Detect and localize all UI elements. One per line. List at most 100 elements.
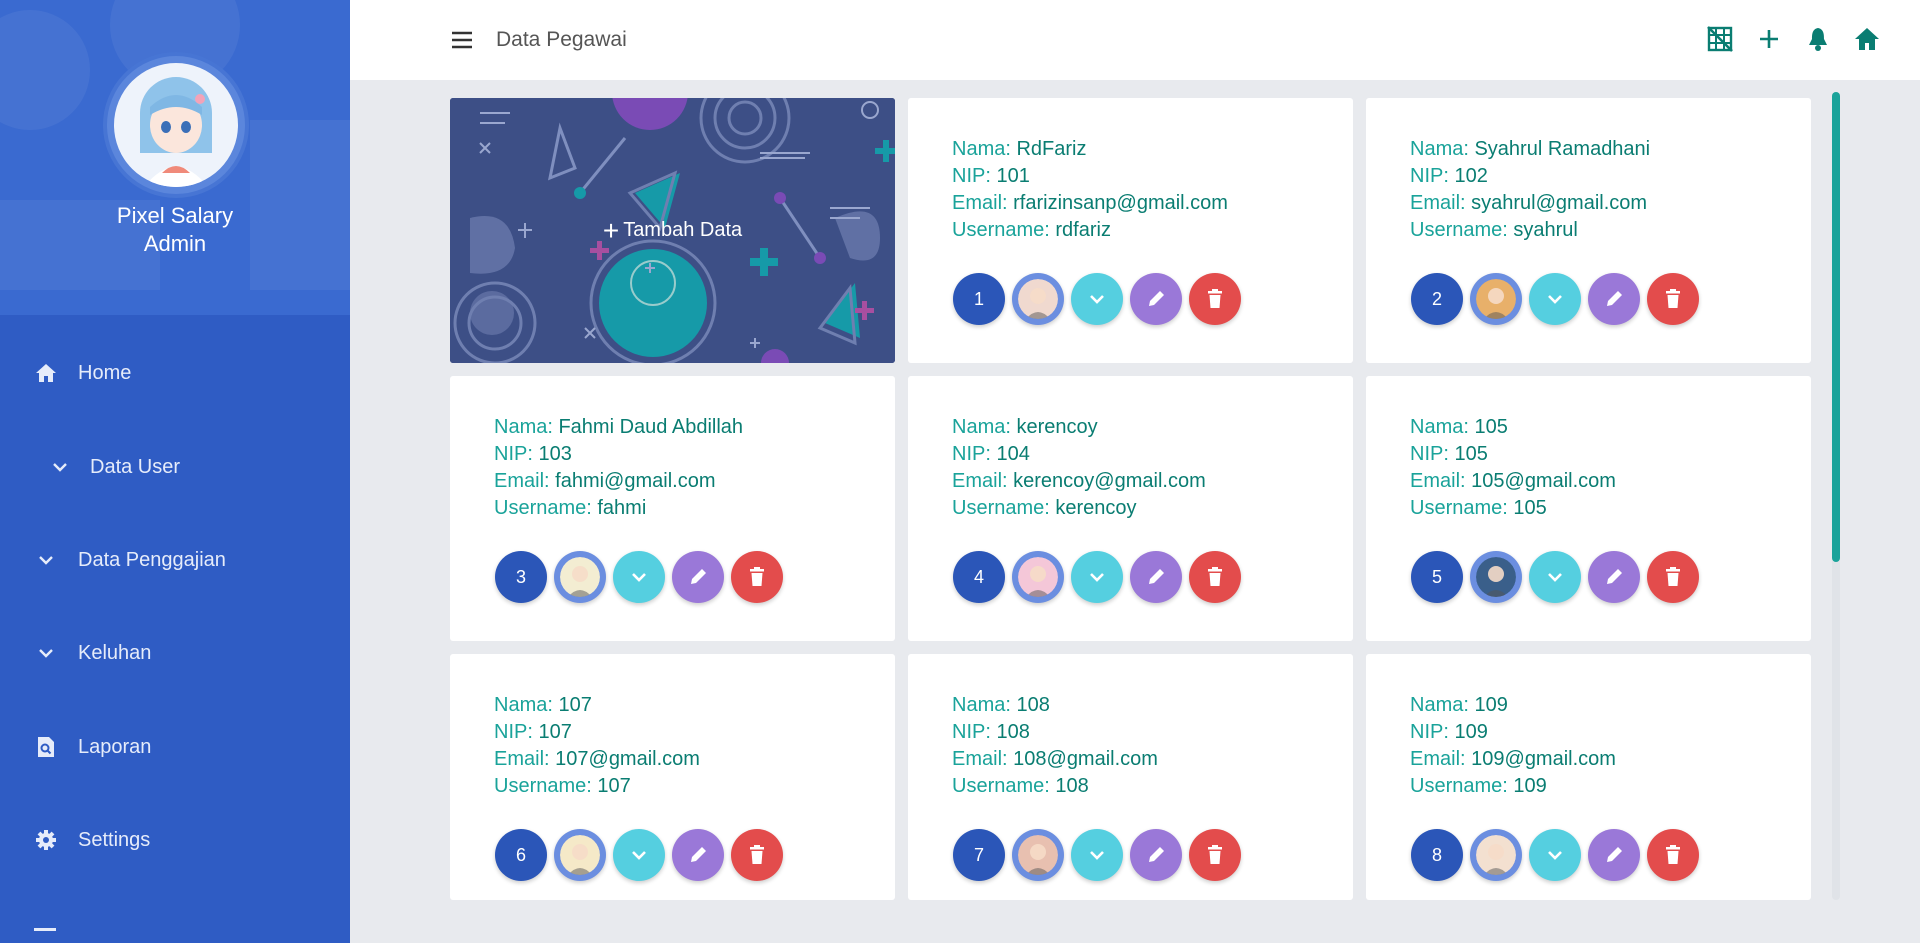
nip-label: NIP: <box>494 443 533 465</box>
edit-button[interactable] <box>1588 273 1640 325</box>
name-row: Nama: 108 <box>952 692 1158 719</box>
delete-button[interactable] <box>1647 551 1699 603</box>
sidebar-item-data-user[interactable]: Data User <box>0 442 350 492</box>
employee-avatar[interactable] <box>554 551 606 603</box>
employee-email: kerencoy@gmail.com <box>1013 470 1206 492</box>
employee-username: fahmi <box>597 497 647 519</box>
sidebar-item-home[interactable]: Home <box>0 348 350 398</box>
pencil-icon <box>1149 291 1164 306</box>
name-row: Nama: kerencoy <box>952 414 1206 441</box>
expand-button[interactable] <box>1529 551 1581 603</box>
expand-button[interactable] <box>1071 829 1123 881</box>
menu-icon[interactable] <box>450 28 474 52</box>
delete-button[interactable] <box>731 829 783 881</box>
chevron-down-icon <box>632 573 646 582</box>
sidebar-item-laporan[interactable]: Laporan <box>0 722 350 772</box>
employee-avatar[interactable] <box>1470 829 1522 881</box>
nip-row: NIP: 108 <box>952 719 1158 746</box>
name-row: Nama: Syahrul Ramadhani <box>1410 136 1650 163</box>
employee-name: Fahmi Daud Abdillah <box>558 416 744 438</box>
email-label: Email: <box>494 470 550 492</box>
employee-email: 109@gmail.com <box>1471 748 1616 770</box>
employee-number-badge: 6 <box>495 829 547 881</box>
name-label: Nama: <box>494 694 553 716</box>
expand-button[interactable] <box>613 551 665 603</box>
trash-icon <box>1666 845 1680 864</box>
plus-icon[interactable] <box>1755 24 1782 54</box>
email-row: Email: rfarizinsanp@gmail.com <box>952 190 1228 217</box>
employee-card: Nama: RdFariz NIP: 101 Email: rfarizinsa… <box>908 98 1353 363</box>
nip-label: NIP: <box>1410 443 1449 465</box>
edit-button[interactable] <box>1130 829 1182 881</box>
delete-button[interactable] <box>1189 829 1241 881</box>
home-icon <box>34 361 58 385</box>
admin-avatar[interactable] <box>103 52 249 198</box>
pencil-icon <box>1149 847 1164 862</box>
chevron-down-icon <box>1548 573 1562 582</box>
employee-email: fahmi@gmail.com <box>555 470 716 492</box>
edit-button[interactable] <box>672 829 724 881</box>
email-row: Email: 108@gmail.com <box>952 746 1158 773</box>
employee-avatar[interactable] <box>1012 273 1064 325</box>
chevron-down-icon <box>1090 851 1104 860</box>
add-data-label[interactable]: + Tambah Data <box>450 98 895 363</box>
delete-button[interactable] <box>1647 829 1699 881</box>
avatar-image <box>560 557 600 597</box>
bell-icon[interactable] <box>1804 24 1831 54</box>
employee-name: 109 <box>1474 694 1508 716</box>
nip-row: NIP: 105 <box>1410 441 1616 468</box>
nip-label: NIP: <box>494 721 533 743</box>
expand-button[interactable] <box>613 829 665 881</box>
employee-card: Nama: Syahrul Ramadhani NIP: 102 Email: … <box>1366 98 1811 363</box>
sidebar-item-data-penggajian[interactable]: Data Penggajian <box>0 535 350 585</box>
employee-info: Nama: kerencoy NIP: 104 Email: kerencoy@… <box>952 414 1206 522</box>
expand-button[interactable] <box>1529 273 1581 325</box>
sidebar-header: Pixel Salary Admin <box>0 0 350 315</box>
add-data-card[interactable]: + Tambah Data <box>450 98 895 363</box>
edit-button[interactable] <box>1588 829 1640 881</box>
expand-button[interactable] <box>1529 829 1581 881</box>
sidebar-item-label: Data User <box>90 455 181 478</box>
chevron-down-icon <box>34 641 58 665</box>
name-row: Nama: RdFariz <box>952 136 1228 163</box>
nip-row: NIP: 103 <box>494 441 743 468</box>
gear-icon <box>34 828 58 852</box>
edit-button[interactable] <box>1588 551 1640 603</box>
pencil-icon <box>691 569 706 584</box>
nip-row: NIP: 107 <box>494 719 700 746</box>
card-actions: 3 <box>495 551 783 603</box>
delete-button[interactable] <box>1189 273 1241 325</box>
sidebar-item-keluhan[interactable]: Keluhan <box>0 628 350 678</box>
employee-avatar[interactable] <box>1470 273 1522 325</box>
employee-card: Nama: kerencoy NIP: 104 Email: kerencoy@… <box>908 376 1353 641</box>
username-label: Username: <box>952 219 1050 241</box>
sidebar: Pixel Salary Admin Home Data User Data P… <box>0 0 350 943</box>
scroll-thumb[interactable] <box>1832 92 1840 562</box>
home-icon[interactable] <box>1853 24 1880 54</box>
email-label: Email: <box>1410 470 1466 492</box>
expand-button[interactable] <box>1071 551 1123 603</box>
edit-button[interactable] <box>1130 273 1182 325</box>
pencil-icon <box>1607 291 1622 306</box>
employee-avatar[interactable] <box>1012 829 1064 881</box>
employee-avatar[interactable] <box>1012 551 1064 603</box>
chevron-down-icon <box>1548 295 1562 304</box>
grid-off-icon[interactable] <box>1706 24 1733 54</box>
scrollbar[interactable] <box>1832 92 1840 900</box>
sidebar-item-label: Data Penggajian <box>78 548 226 571</box>
delete-button[interactable] <box>731 551 783 603</box>
delete-button[interactable] <box>1647 273 1699 325</box>
sidebar-item-settings[interactable]: Settings <box>0 815 350 865</box>
employee-username: 107 <box>597 775 631 797</box>
delete-button[interactable] <box>1189 551 1241 603</box>
nip-row: NIP: 104 <box>952 441 1206 468</box>
expand-button[interactable] <box>1071 273 1123 325</box>
edit-button[interactable] <box>672 551 724 603</box>
name-row: Nama: Fahmi Daud Abdillah <box>494 414 743 441</box>
edit-button[interactable] <box>1130 551 1182 603</box>
employee-email: 107@gmail.com <box>555 748 700 770</box>
employee-nip: 109 <box>1454 721 1488 743</box>
employee-avatar[interactable] <box>554 829 606 881</box>
employee-avatar[interactable] <box>1470 551 1522 603</box>
username-label: Username: <box>1410 497 1508 519</box>
